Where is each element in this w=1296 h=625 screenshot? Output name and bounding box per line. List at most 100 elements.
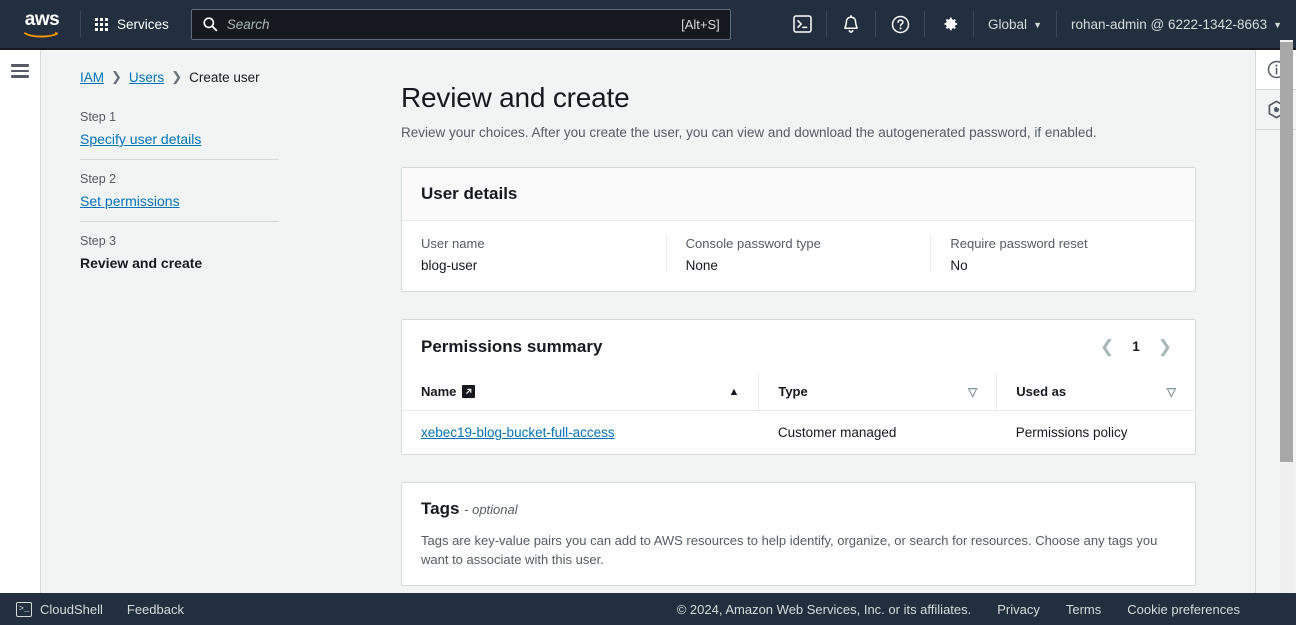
detail-label: Require password reset: [950, 236, 1088, 251]
sort-ascending-icon: ▲: [728, 385, 740, 398]
table-pagination: ❮ 1 ❯: [1096, 336, 1176, 357]
permissions-summary-header: Permissions summary ❮ 1 ❯: [402, 320, 1195, 373]
column-label: Type: [778, 384, 808, 399]
aws-console-window: aws Services [Alt+S]: [0, 0, 1296, 625]
search-icon: [202, 16, 218, 32]
region-label: Global: [988, 16, 1028, 32]
step-1-label: Step 1: [80, 110, 117, 124]
breadcrumb-item-iam[interactable]: IAM: [80, 70, 104, 85]
wizard-steps-list: Step 1 Specify user details Step 2 Set p…: [80, 110, 279, 283]
cloudshell-icon[interactable]: [778, 0, 826, 48]
chevron-down-icon: ▼: [1273, 20, 1282, 30]
chevron-down-icon: ▼: [1033, 20, 1042, 30]
cell-policy-used-as: Permissions policy: [1015, 425, 1128, 440]
column-header-name[interactable]: Name ▲: [402, 373, 760, 411]
detail-value: None: [685, 258, 718, 273]
detail-user-name: User name blog-user: [402, 236, 666, 273]
footer-bar: >_ CloudShell Feedback © 2024, Amazon We…: [0, 593, 1296, 625]
left-navigation-rail: [0, 50, 41, 593]
footer-privacy-link[interactable]: Privacy: [997, 602, 1040, 617]
footer-left-group: >_ CloudShell Feedback: [16, 601, 184, 617]
user-details-grid: User name blog-user Console password typ…: [402, 221, 1195, 291]
table-row: xebec19-blog-bucket-full-access Customer…: [402, 411, 1195, 455]
detail-label: User name: [421, 236, 485, 251]
cloudshell-icon: >_: [16, 601, 32, 617]
tags-header: Tags - optional: [402, 483, 1195, 535]
tags-optional-suffix: - optional: [464, 502, 518, 517]
top-navigation-bar: aws Services [Alt+S]: [0, 0, 1296, 50]
detail-console-password-type: Console password type None: [665, 236, 931, 273]
account-menu[interactable]: rohan-admin @ 6222-1342-8663 ▼: [1057, 0, 1296, 48]
aws-wordmark: aws: [24, 8, 60, 30]
tags-description: Tags are key-value pairs you can add to …: [421, 533, 1158, 567]
tags-title: Tags - optional: [421, 499, 518, 519]
detail-require-password-reset: Require password reset No: [930, 236, 1195, 273]
vertical-scrollbar[interactable]: [1280, 40, 1293, 593]
help-circle-icon[interactable]: [876, 0, 924, 48]
footer-feedback-link[interactable]: Feedback: [127, 602, 184, 617]
breadcrumb-item-create-user: Create user: [189, 69, 260, 85]
footer-terms-link[interactable]: Terms: [1066, 602, 1101, 617]
wizard-step-3: Step 3 Review and create: [80, 221, 279, 283]
external-link-icon: [462, 385, 476, 398]
page-description: Review your choices. After you create th…: [401, 125, 1097, 140]
permissions-table: Name ▲ Type ▽ Used as ▽ xebec19-blog-buc…: [402, 373, 1195, 454]
footer-copyright: © 2024, Amazon Web Services, Inc. or its…: [676, 601, 972, 617]
services-menu-button[interactable]: Services: [85, 10, 179, 39]
step-3-label: Step 3: [80, 234, 117, 248]
scrollbar-thumb[interactable]: [1280, 42, 1293, 462]
breadcrumb-separator-icon: ❯: [111, 69, 122, 84]
column-label: Name: [421, 384, 457, 399]
user-details-header: User details: [402, 168, 1195, 221]
services-label: Services: [117, 16, 169, 32]
region-selector[interactable]: Global ▼: [974, 0, 1056, 48]
permissions-summary-card: Permissions summary ❮ 1 ❯ Name ▲ Type ▽ …: [401, 319, 1196, 455]
aws-logo[interactable]: aws: [14, 8, 70, 38]
aws-smile-icon: [24, 29, 60, 38]
footer-cookie-preferences-link[interactable]: Cookie preferences: [1127, 602, 1240, 617]
detail-value: No: [950, 258, 968, 273]
pagination-page-1[interactable]: 1: [1132, 339, 1140, 354]
breadcrumb: IAM ❯ Users ❯ Create user: [80, 66, 321, 88]
nav-divider: [80, 11, 81, 37]
user-details-card: User details User name blog-user Console…: [401, 167, 1196, 292]
wizard-step-2: Step 2 Set permissions: [80, 159, 279, 221]
step-3-current: Review and create: [80, 255, 203, 271]
user-details-title: User details: [421, 184, 518, 203]
hamburger-menu-icon[interactable]: [9, 60, 31, 82]
step-2-link[interactable]: Set permissions: [80, 193, 279, 209]
permissions-summary-title: Permissions summary: [421, 336, 603, 356]
main-column: Review and create Review your choices. A…: [361, 50, 1255, 593]
search-input[interactable]: [226, 16, 682, 32]
pagination-next-button[interactable]: ❯: [1154, 336, 1176, 357]
step-1-link[interactable]: Specify user details: [80, 131, 279, 147]
tags-card: Tags - optional Tags are key-value pairs…: [401, 482, 1196, 586]
footer-feedback-label: Feedback: [126, 601, 184, 617]
footer-cloudshell-button[interactable]: >_ CloudShell: [16, 601, 103, 617]
wizard-step-1: Step 1 Specify user details: [80, 110, 279, 159]
cell-policy-name: xebec19-blog-bucket-full-access: [402, 411, 759, 455]
page-title: Review and create: [401, 82, 630, 113]
policy-link[interactable]: xebec19-blog-bucket-full-access: [421, 425, 615, 440]
step-2-label: Step 2: [80, 172, 117, 186]
breadcrumb-item-users[interactable]: Users: [129, 70, 164, 85]
top-nav-right-group: Global ▼ rohan-admin @ 6222-1342-8663 ▼: [778, 0, 1296, 48]
sort-none-icon: ▽: [968, 384, 978, 399]
page-content: IAM ❯ Users ❯ Create user Step 1 Specify…: [41, 50, 1255, 593]
sort-none-icon: ▽: [1166, 384, 1176, 399]
account-label: rohan-admin @ 6222-1342-8663: [1070, 16, 1268, 32]
column-label: Used as: [1016, 384, 1067, 399]
wizard-navigation: IAM ❯ Users ❯ Create user Step 1 Specify…: [41, 50, 321, 283]
cell-policy-type: Customer managed: [777, 425, 897, 440]
permissions-table-body: xebec19-blog-bucket-full-access Customer…: [402, 411, 1195, 455]
footer-right-group: © 2024, Amazon Web Services, Inc. or its…: [677, 602, 1280, 617]
column-header-type[interactable]: Type ▽: [758, 373, 998, 411]
column-header-used-as[interactable]: Used as ▽: [996, 373, 1195, 411]
breadcrumb-separator-icon: ❯: [171, 69, 183, 84]
global-search-bar[interactable]: [Alt+S]: [190, 8, 731, 40]
gear-icon[interactable]: [925, 0, 973, 48]
bell-icon[interactable]: [827, 0, 875, 48]
footer-cloudshell-label: CloudShell: [40, 601, 103, 617]
pagination-prev-button[interactable]: ❮: [1096, 336, 1118, 357]
detail-label: Console password type: [685, 236, 821, 251]
